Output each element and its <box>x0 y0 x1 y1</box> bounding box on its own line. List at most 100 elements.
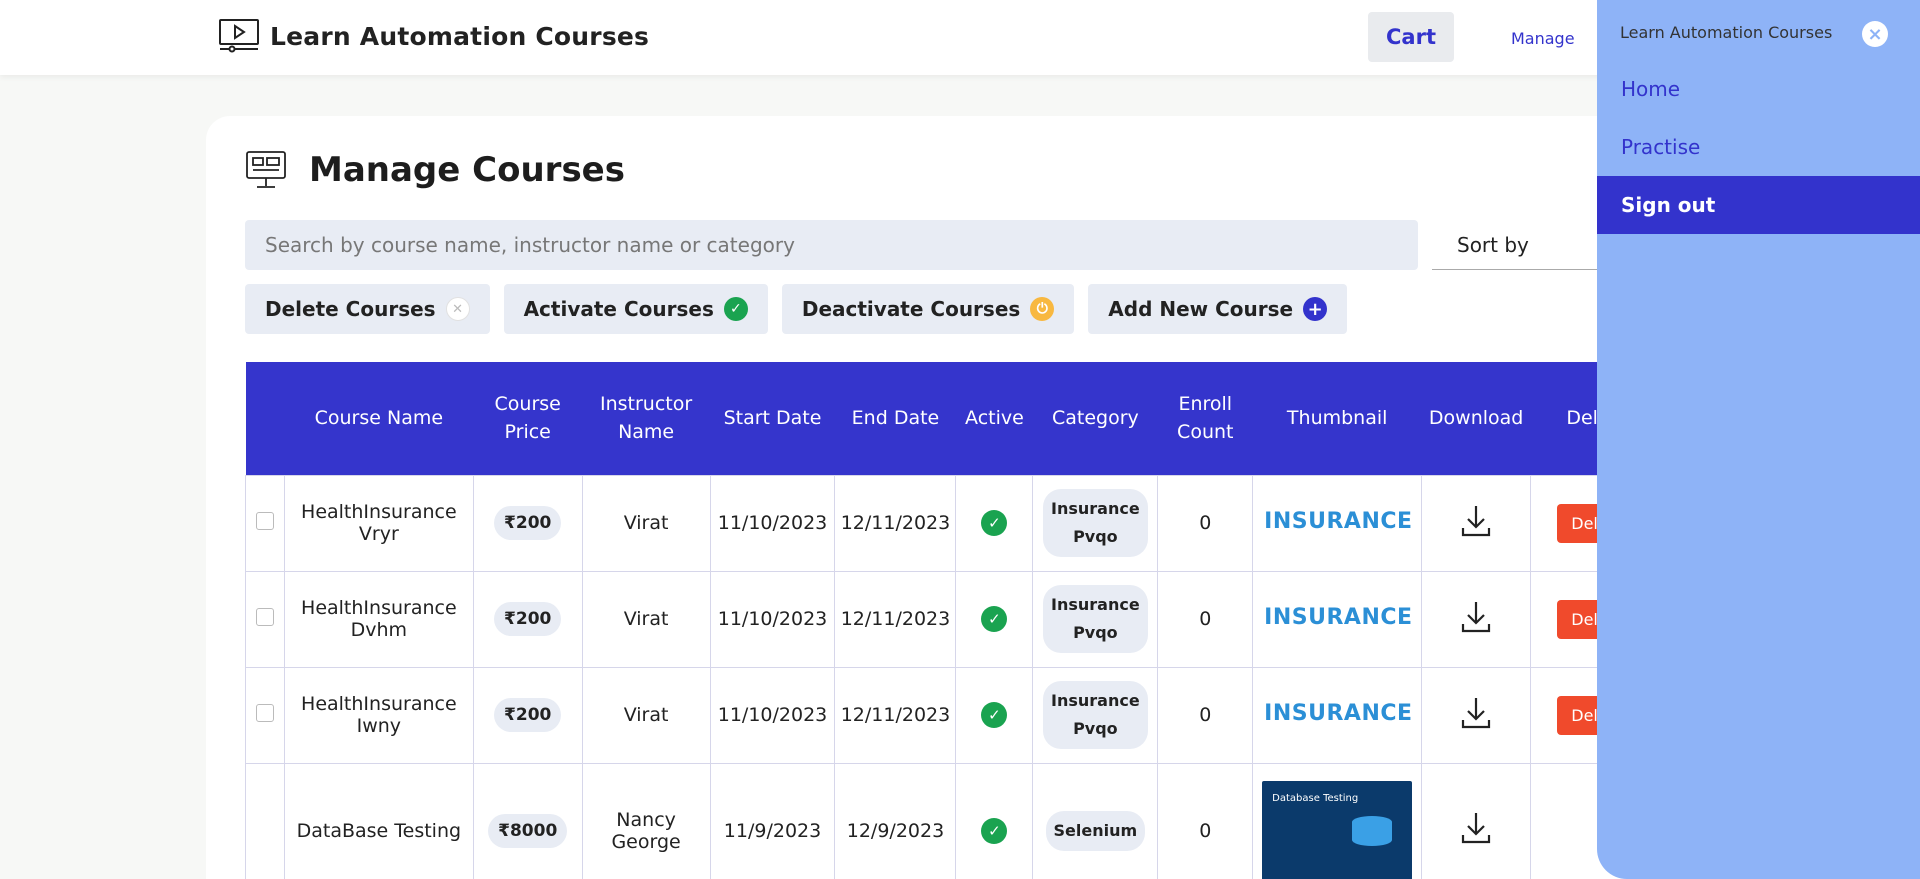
insurance-thumbnail: INSURANCE <box>1264 689 1413 741</box>
thumbnail-text: INSURANCE <box>1264 701 1413 726</box>
header-enroll-line1: Enroll <box>1178 393 1233 416</box>
header-category: Category <box>1051 407 1139 430</box>
sort-by-dropdown[interactable]: Sort by <box>1432 220 1622 270</box>
monitor-icon <box>246 151 286 188</box>
database-thumbnail: Database Testing <box>1262 780 1413 879</box>
row-select-cell <box>245 666 285 764</box>
active-cell: ✓ <box>955 474 1034 572</box>
thumbnail-text: INSURANCE <box>1264 509 1413 534</box>
enroll-count-cell: 0 <box>1157 570 1254 668</box>
download-icon[interactable] <box>1461 811 1491 845</box>
active-check-icon: ✓ <box>981 817 1008 844</box>
brand-title: Learn Automation Courses <box>270 21 650 51</box>
course-price-cell: ₹8000 <box>472 762 583 879</box>
category-badge: Insurance Pvqo <box>1043 585 1148 653</box>
header-active: Active <box>965 407 1024 430</box>
instructor-cell: Nancy George <box>581 762 711 879</box>
check-circle-icon: ✓ <box>723 297 748 321</box>
table-row: HealthInsurance Dvhm ₹200 Virat 11/10/202… <box>245 570 1665 668</box>
active-cell: ✓ <box>955 570 1034 668</box>
course-name-cell: HealthInsurance Dvhm <box>283 570 474 668</box>
instructor-cell: Virat <box>581 474 711 572</box>
row-select-cell <box>245 762 285 879</box>
menu-item-practise[interactable]: Practise <box>1597 118 1920 176</box>
manage-link[interactable]: Manage <box>1511 29 1575 48</box>
delete-courses-button[interactable]: Delete Courses ✕ <box>245 284 490 334</box>
price-badge: ₹8000 <box>488 813 568 848</box>
course-name-line2: Vryr <box>358 523 399 545</box>
panel-title: Learn Automation Courses <box>1620 23 1833 42</box>
category-cell: Insurance Pvqo <box>1032 570 1159 668</box>
thumbnail-cell: Database Testing <box>1252 762 1423 879</box>
course-name-line2: Dvhm <box>350 619 408 641</box>
category-line2: Pvqo <box>1073 527 1118 546</box>
price-badge: ₹200 <box>494 506 562 540</box>
database-cylinder-icon <box>1352 815 1393 846</box>
instructor-line2: George <box>611 830 681 853</box>
search-input[interactable] <box>245 220 1418 270</box>
activate-courses-button[interactable]: Activate Courses ✓ <box>503 284 768 334</box>
menu-item-sign-out[interactable]: Sign out <box>1597 176 1920 234</box>
start-date-cell: 11/9/2023 <box>709 762 836 879</box>
power-icon: ⏻ <box>1030 297 1055 321</box>
course-name-cell: DataBase Testing <box>283 762 474 879</box>
course-price-cell: ₹200 <box>472 666 583 764</box>
close-icon[interactable]: × <box>1862 21 1888 47</box>
courses-table-wrapper: Course Name Course Price Instructor Name S… <box>245 362 1665 879</box>
active-check-icon: ✓ <box>981 702 1008 728</box>
table-row: HealthInsurance Vryr ₹200 Virat 11/10/202… <box>245 474 1665 572</box>
row-checkbox[interactable] <box>255 703 274 722</box>
category-badge: Selenium <box>1045 810 1146 851</box>
table-header-row: Course Name Course Price Instructor Name S… <box>245 362 1665 475</box>
header-instructor-line1: Instructor <box>600 393 693 416</box>
menu-item-home[interactable]: Home <box>1597 60 1920 118</box>
download-icon[interactable] <box>1461 696 1491 730</box>
category-line2: Pvqo <box>1073 623 1118 642</box>
close-circle-icon: ✕ <box>445 297 470 321</box>
deactivate-courses-button[interactable]: Deactivate Courses ⏻ <box>781 284 1075 334</box>
active-check-icon: ✓ <box>981 510 1008 536</box>
header-end-date: End Date <box>851 407 940 430</box>
end-date-cell: 12/9/2023 <box>834 762 957 879</box>
header-download: Download <box>1428 407 1524 430</box>
header-instructor-line2: Name <box>618 421 675 444</box>
header-course-price-line1: Course <box>494 393 561 416</box>
deactivate-courses-label: Deactivate Courses <box>801 297 1021 321</box>
category-line1: Insurance <box>1051 499 1140 518</box>
download-cell <box>1421 666 1532 764</box>
active-check-icon: ✓ <box>981 606 1008 632</box>
course-price-cell: ₹200 <box>472 570 583 668</box>
enroll-count-cell: 0 <box>1157 666 1254 764</box>
header-course-name: Course Name <box>314 407 444 430</box>
category-badge: Insurance Pvqo <box>1043 681 1148 749</box>
end-date-cell: 12/11/2023 <box>834 570 957 668</box>
category-line1: Insurance <box>1051 691 1140 710</box>
row-checkbox[interactable] <box>255 511 274 530</box>
end-date-cell: 12/11/2023 <box>834 666 957 764</box>
enroll-count-cell: 0 <box>1157 474 1254 572</box>
course-price-cell: ₹200 <box>472 474 583 572</box>
cart-button[interactable]: Cart <box>1368 12 1454 62</box>
page-title-row: Manage Courses <box>245 150 625 190</box>
course-name-line1: HealthInsurance <box>301 501 457 523</box>
header-instructor: Instructor Name <box>582 362 710 475</box>
row-checkbox[interactable] <box>255 607 274 626</box>
add-new-course-button[interactable]: Add New Course + <box>1088 284 1348 334</box>
delete-courses-label: Delete Courses <box>265 297 436 321</box>
header-course-price-line2: Price <box>504 421 551 444</box>
brand[interactable]: Learn Automation Courses <box>218 18 649 54</box>
category-cell: Insurance Pvqo <box>1032 666 1159 764</box>
header-course-price: Course Price <box>473 362 582 475</box>
page-title: Manage Courses <box>309 150 625 190</box>
price-badge: ₹200 <box>494 602 562 636</box>
download-icon[interactable] <box>1461 600 1491 634</box>
price-badge: ₹200 <box>494 698 562 732</box>
thumbnail-text: INSURANCE <box>1264 605 1413 630</box>
insurance-thumbnail: INSURANCE <box>1264 593 1413 645</box>
category-badge: Insurance Pvqo <box>1043 489 1148 557</box>
header-enroll-line2: Count <box>1177 421 1234 444</box>
course-name-line1: HealthInsurance <box>301 597 457 619</box>
header-enroll-count: Enroll Count <box>1158 362 1253 475</box>
download-icon[interactable] <box>1461 504 1491 538</box>
thumbnail-text: Database Testing <box>1272 792 1359 804</box>
